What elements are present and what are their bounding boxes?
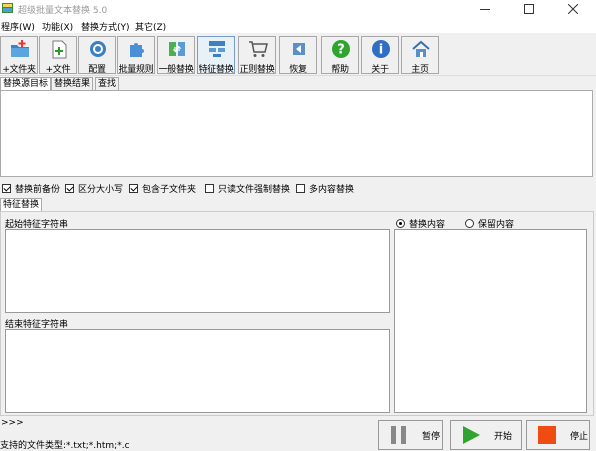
menu-other[interactable]: 其它(Z) (135, 20, 166, 33)
multi-content-option[interactable]: 多内容替换 (296, 182, 354, 195)
app-icon (2, 3, 13, 13)
home-label: 主页 (411, 65, 429, 75)
add-file-button[interactable]: +文件 (39, 36, 77, 75)
start-string-input[interactable] (5, 229, 390, 313)
case-sensitive-checkbox[interactable] (65, 184, 74, 193)
about-icon: i (372, 40, 390, 58)
maximize-icon (524, 3, 534, 14)
status-text: 支持的文件类型:*.txt;*.htm;*.c (0, 441, 130, 451)
multi-content-checkbox[interactable] (296, 184, 305, 193)
menu-bar: 程序(W) 功能(X) 替换方式(Y) 其它(Z) (0, 17, 596, 33)
title-bar: 超级批量文本替换 5.0 (0, 0, 596, 17)
log-output: >>> (1, 418, 24, 428)
puzzle-icon (130, 43, 144, 57)
include-subfolders-checkbox[interactable] (129, 184, 138, 193)
include-subfolders-option[interactable]: 包含子文件夹 (129, 182, 196, 195)
add-folder-icon (11, 40, 29, 57)
config-label: 配置 (88, 65, 106, 75)
svg-text:?: ? (337, 43, 345, 58)
source-file-list[interactable] (0, 90, 593, 177)
window-title: 超级批量文本替换 5.0 (18, 6, 108, 16)
replacement-content-input[interactable] (394, 229, 587, 413)
force-readonly-checkbox[interactable] (205, 184, 214, 193)
case-sensitive-label: 区分大小写 (78, 185, 124, 195)
close-icon (568, 3, 578, 14)
tab-feature-replace[interactable]: 特征替换 (0, 198, 43, 211)
pause-icon (391, 426, 406, 444)
tab-replace-result[interactable]: 替换结果 (51, 77, 94, 90)
add-folder-label: +文件夹 (2, 65, 36, 75)
batch-rules-button[interactable]: 批量规则 (117, 36, 155, 75)
help-button[interactable]: ? 帮助 (321, 36, 359, 75)
normal-replace-button[interactable]: 一般替换 (157, 36, 195, 75)
home-icon (412, 40, 430, 57)
help-label: 帮助 (331, 65, 349, 75)
pause-button[interactable]: 暂停 (378, 420, 443, 450)
swap-icon (169, 42, 185, 56)
start-label: 开始 (494, 431, 513, 442)
stop-button[interactable]: 停止 (526, 420, 590, 450)
force-readonly-option[interactable]: 只读文件强制替换 (205, 182, 290, 195)
tab-find[interactable]: 查找 (95, 77, 120, 90)
feature-replace-label: 特征替换 (198, 65, 234, 75)
close-button[interactable] (551, 0, 595, 17)
start-button[interactable]: 开始 (450, 420, 522, 450)
play-icon (463, 426, 480, 444)
feature-replace-button[interactable]: 特征替换 (197, 36, 235, 75)
replace-content-radio[interactable] (396, 219, 405, 228)
regex-replace-button[interactable]: 正则替换 (238, 36, 276, 75)
end-string-input[interactable] (5, 329, 390, 413)
menu-replace-mode[interactable]: 替换方式(Y) (81, 20, 130, 33)
include-subfolders-label: 包含子文件夹 (142, 185, 197, 195)
restore-button[interactable]: 恢复 (279, 36, 317, 75)
stop-icon (538, 426, 556, 444)
add-folder-button[interactable]: +文件夹 (0, 36, 38, 75)
backup-option[interactable]: 替换前备份 (2, 182, 60, 195)
minimize-button[interactable] (463, 0, 507, 17)
config-button[interactable]: 配置 (78, 36, 116, 75)
multi-content-label: 多内容替换 (309, 185, 355, 195)
case-sensitive-option[interactable]: 区分大小写 (65, 182, 123, 195)
feature-replace-icon (209, 41, 225, 57)
backup-checkbox[interactable] (2, 184, 11, 193)
restore-icon (293, 43, 305, 55)
about-button[interactable]: i 关于 (361, 36, 399, 75)
add-file-icon (52, 40, 67, 59)
toolbar: +文件夹 +文件 配置 批量规则 一般替换 特征替换 正则替换 恢复 ? 帮助 … (0, 33, 596, 76)
menu-function[interactable]: 功能(X) (42, 20, 73, 33)
normal-replace-label: 一般替换 (158, 65, 194, 75)
tab-replace-source[interactable]: 替换源目标 (0, 77, 52, 90)
restore-label: 恢复 (289, 65, 307, 75)
backup-label: 替换前备份 (15, 185, 61, 195)
home-button[interactable]: 主页 (401, 36, 439, 75)
maximize-button[interactable] (507, 0, 551, 17)
config-icon (90, 41, 106, 57)
cart-icon (249, 41, 268, 57)
about-label: 关于 (371, 65, 389, 75)
regex-replace-label: 正则替换 (239, 65, 275, 75)
keep-content-radio[interactable] (465, 219, 474, 228)
add-file-label: +文件 (45, 65, 71, 75)
options-row: 替换前备份 区分大小写 包含子文件夹 只读文件强制替换 多内容替换 (0, 180, 596, 196)
pause-label: 暂停 (422, 431, 441, 442)
help-icon: ? (332, 40, 350, 58)
batch-rules-label: 批量规则 (118, 65, 154, 75)
minimize-icon (480, 8, 490, 10)
menu-program[interactable]: 程序(W) (1, 20, 35, 33)
force-readonly-label: 只读文件强制替换 (218, 185, 291, 195)
stop-label: 停止 (570, 431, 589, 442)
svg-text:i: i (379, 43, 383, 58)
